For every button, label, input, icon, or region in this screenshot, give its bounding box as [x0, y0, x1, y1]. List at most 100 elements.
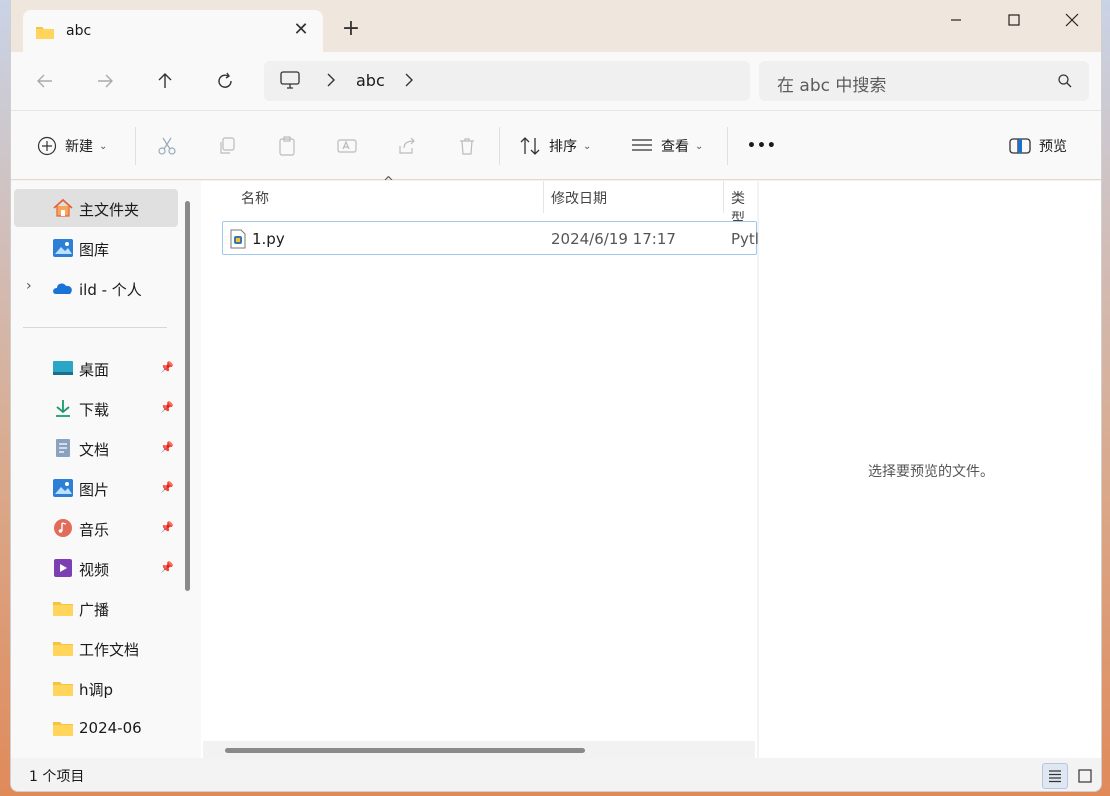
- toolbar-divider: [135, 127, 136, 165]
- address-bar[interactable]: abc: [264, 61, 750, 101]
- tab-label: abc: [66, 23, 92, 39]
- sidebar-item-home[interactable]: 主文件夹: [14, 189, 178, 227]
- column-header-type[interactable]: 类型: [731, 181, 757, 227]
- preview-pane-button[interactable]: 预览: [1009, 133, 1067, 159]
- sidebar-item-music[interactable]: 音乐 📌: [14, 509, 178, 547]
- new-tab-button[interactable]: +: [339, 18, 363, 42]
- sidebar-item-documents[interactable]: 文档 📌: [14, 429, 178, 467]
- back-button[interactable]: [31, 67, 59, 95]
- onedrive-icon: [52, 278, 74, 298]
- column-header-name[interactable]: 名称: [241, 181, 269, 213]
- maximize-icon: [1008, 14, 1020, 26]
- share-button[interactable]: [397, 133, 417, 159]
- sidebar-item-broadcast[interactable]: 广播: [14, 589, 178, 627]
- gallery-icon: [52, 238, 74, 258]
- sidebar-item-downloads[interactable]: 下载 📌: [14, 389, 178, 427]
- new-label: 新建: [65, 139, 93, 155]
- pin-icon[interactable]: 📌: [160, 481, 174, 494]
- chevron-down-icon: ⌄: [583, 140, 592, 152]
- file-type: Pytl: [731, 230, 759, 248]
- sidebar-item-label: 图库: [79, 241, 110, 259]
- search-box[interactable]: 在 abc 中搜索: [759, 61, 1089, 101]
- file-row[interactable]: 1.py 2024/6/19 17:17 Pytl: [222, 221, 759, 255]
- close-icon: [1065, 13, 1079, 27]
- view-list-icon: [632, 139, 652, 151]
- sidebar-item-onedrive[interactable]: › ild - 个人: [14, 269, 178, 307]
- sort-label: 排序: [549, 139, 577, 155]
- delete-button[interactable]: [457, 133, 477, 159]
- chevron-right-icon[interactable]: [326, 73, 336, 91]
- copy-button[interactable]: [217, 133, 237, 159]
- sidebar-item-pictures[interactable]: 图片 📌: [14, 469, 178, 507]
- preview-label: 预览: [1039, 139, 1067, 155]
- paste-button[interactable]: [277, 133, 297, 159]
- scrollbar-thumb[interactable]: [225, 748, 585, 753]
- close-tab-button[interactable]: ✕: [289, 19, 313, 43]
- sort-icon: [520, 137, 540, 155]
- arrow-right-icon: [98, 74, 113, 88]
- new-button[interactable]: 新建 ⌄: [37, 133, 107, 159]
- maximize-button[interactable]: [991, 6, 1037, 34]
- column-divider[interactable]: [723, 181, 724, 213]
- cut-button[interactable]: [157, 133, 177, 159]
- sidebar-item-label: 下载: [79, 401, 110, 419]
- rename-button[interactable]: [337, 133, 357, 159]
- trash-icon: [460, 138, 474, 155]
- forward-button[interactable]: [91, 67, 119, 95]
- search-input[interactable]: 在 abc 中搜索: [777, 71, 886, 96]
- pin-icon[interactable]: 📌: [160, 401, 174, 414]
- minimize-button[interactable]: [933, 6, 979, 34]
- sidebar-item-h-tune-p[interactable]: h调p: [14, 669, 178, 707]
- tab-abc[interactable]: abc ✕: [23, 10, 323, 52]
- sort-ascending-icon: ^: [383, 175, 394, 190]
- pin-icon[interactable]: 📌: [160, 441, 174, 454]
- breadcrumb-abc[interactable]: abc: [356, 71, 385, 90]
- pin-icon[interactable]: 📌: [160, 561, 174, 574]
- horizontal-scrollbar[interactable]: [203, 741, 755, 758]
- more-options-button[interactable]: •••: [747, 133, 777, 159]
- sidebar-item-work-docs[interactable]: 工作文档: [14, 629, 178, 667]
- chevron-right-icon[interactable]: ›: [26, 278, 32, 294]
- file-list-pane: ^ 名称 修改日期 类型 1.py 2024/6/19 17:17 Pytl: [201, 175, 759, 758]
- sidebar-item-label: 工作文档: [79, 641, 140, 659]
- folder-icon: [52, 598, 74, 618]
- up-button[interactable]: [151, 67, 179, 95]
- view-button[interactable]: 查看 ⌄: [631, 133, 703, 159]
- column-divider[interactable]: [543, 181, 544, 213]
- home-icon: [52, 198, 74, 218]
- sidebar-item-videos[interactable]: 视频 📌: [14, 549, 178, 587]
- pin-icon[interactable]: 📌: [160, 361, 174, 374]
- pin-icon[interactable]: 📌: [160, 521, 174, 534]
- refresh-icon: [218, 72, 232, 88]
- rename-icon: [337, 139, 357, 153]
- sort-button[interactable]: 排序 ⌄: [519, 133, 591, 159]
- video-icon: [52, 558, 74, 578]
- chevron-right-icon[interactable]: [404, 73, 414, 91]
- preview-pane: 选择要预览的文件。: [759, 181, 1101, 758]
- sidebar-item-desktop[interactable]: 桌面 📌: [14, 349, 178, 387]
- column-header-modified[interactable]: 修改日期: [551, 181, 607, 213]
- preview-message: 选择要预览的文件。: [868, 464, 994, 480]
- details-view-button[interactable]: [1042, 763, 1068, 789]
- this-pc-icon[interactable]: [280, 71, 300, 93]
- python-file-icon: [230, 229, 246, 253]
- document-icon: [52, 438, 74, 458]
- sidebar-item-label: 广播: [79, 601, 110, 619]
- sidebar-item-label: 音乐: [79, 521, 110, 539]
- pictures-icon: [52, 478, 74, 498]
- folder-icon: [52, 678, 74, 698]
- sidebar-scrollbar[interactable]: [185, 201, 190, 591]
- copy-icon: [220, 137, 235, 154]
- sidebar-item-2024-06[interactable]: 2024-06: [14, 709, 178, 747]
- folder-icon: [52, 638, 74, 658]
- status-bar: 1 个项目: [11, 758, 1101, 791]
- refresh-button[interactable]: [211, 67, 239, 95]
- close-window-button[interactable]: [1049, 6, 1095, 34]
- plus-circle-icon: [37, 136, 57, 156]
- share-icon: [399, 137, 415, 154]
- sidebar-item-label: 2024-06: [79, 719, 142, 737]
- tiles-view-button[interactable]: [1072, 763, 1098, 789]
- sidebar-item-gallery[interactable]: 图库: [14, 229, 178, 267]
- sidebar-item-label: 文档: [79, 441, 110, 459]
- preview-pane-icon: [1009, 138, 1031, 154]
